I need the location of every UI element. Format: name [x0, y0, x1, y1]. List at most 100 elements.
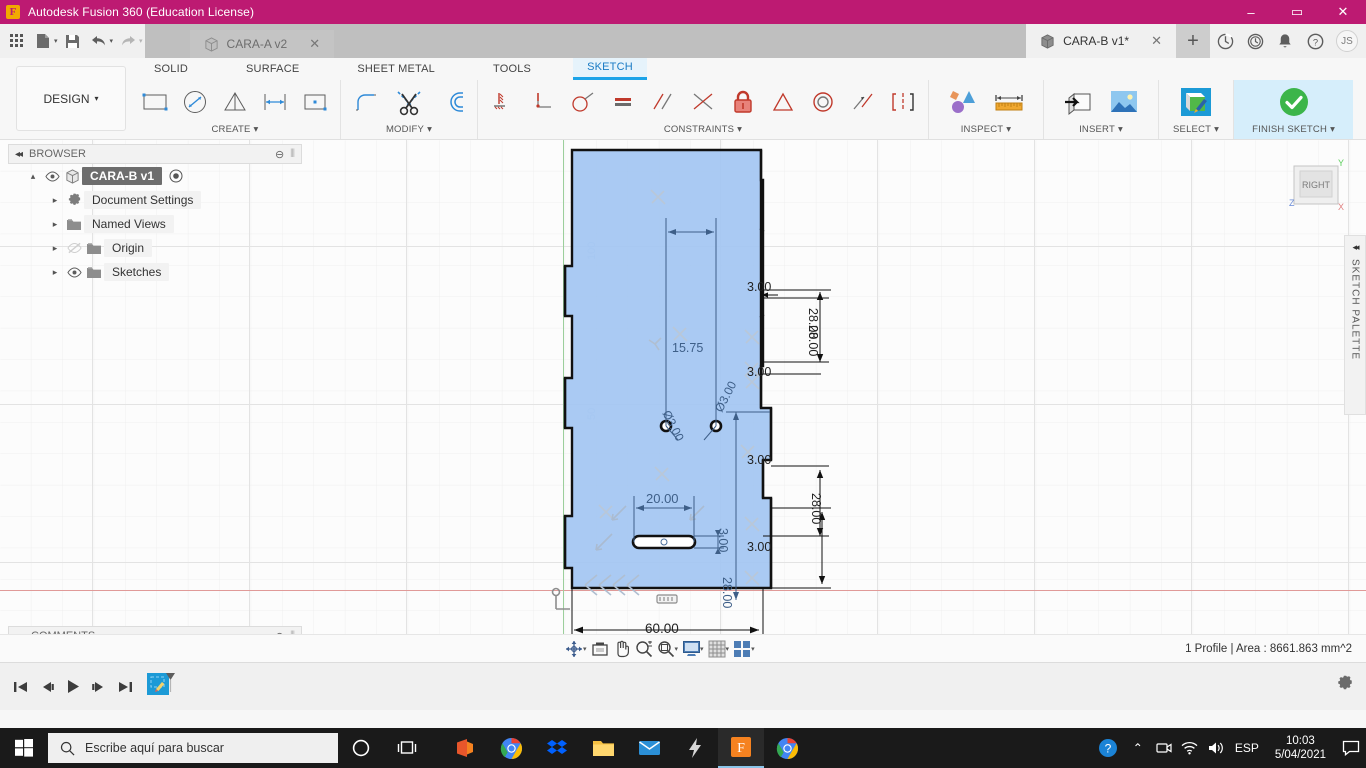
- fit-caret[interactable]: ▾: [675, 645, 679, 653]
- polygon-icon[interactable]: [216, 82, 254, 122]
- skip-to-start-icon[interactable]: [8, 672, 34, 702]
- document-tab-0[interactable]: CARA-A v2 ✕: [189, 30, 335, 58]
- dim-notch-4[interactable]: 3.00: [747, 540, 771, 554]
- expand-arrow[interactable]: ▸: [46, 219, 64, 230]
- fusion360-icon[interactable]: F: [718, 728, 764, 768]
- fix-lock-icon[interactable]: [724, 82, 762, 122]
- windows-start-icon[interactable]: [0, 728, 48, 768]
- step-forward-icon[interactable]: [86, 672, 112, 702]
- undo-icon[interactable]: [86, 26, 112, 56]
- sketch-feature-icon[interactable]: [144, 672, 178, 702]
- ribbon-tab-solid[interactable]: SOLID: [140, 60, 202, 79]
- symmetry-icon[interactable]: [764, 82, 802, 122]
- perpendicular-icon[interactable]: [524, 82, 562, 122]
- ribbon-panel-constraints-label[interactable]: CONSTRAINTS ▾: [664, 124, 742, 135]
- close-button[interactable]: ✕: [1320, 0, 1366, 24]
- collinear-icon[interactable]: [844, 82, 882, 122]
- mail-icon[interactable]: [626, 728, 672, 768]
- search-input[interactable]: Escribe aquí para buscar: [48, 733, 338, 763]
- wifi-icon[interactable]: [1177, 728, 1203, 768]
- tangent-icon[interactable]: [564, 82, 602, 122]
- curvature-icon[interactable]: [884, 82, 922, 122]
- measure-icon[interactable]: [987, 82, 1031, 122]
- expand-arrow[interactable]: ▴: [24, 171, 42, 182]
- ribbon-panel-finish-sketch-label[interactable]: FINISH SKETCH ▾: [1252, 124, 1335, 135]
- pan-hand-icon[interactable]: [611, 638, 633, 660]
- camera-icon[interactable]: [1151, 728, 1177, 768]
- expand-arrow[interactable]: ▸: [46, 243, 64, 254]
- eye-visible-icon[interactable]: [42, 171, 62, 182]
- concentric-icon[interactable]: [804, 82, 842, 122]
- document-tab-1-close[interactable]: ✕: [1151, 33, 1162, 49]
- workspace-switcher-button[interactable]: DESIGN ▾: [16, 66, 126, 131]
- dropbox-icon[interactable]: [534, 728, 580, 768]
- dimension-icon[interactable]: [256, 82, 294, 122]
- office-icon[interactable]: [442, 728, 488, 768]
- clock[interactable]: 10:03 5/04/2021: [1265, 734, 1336, 762]
- finish-sketch-check-icon[interactable]: [1272, 82, 1316, 122]
- chrome-2-icon[interactable]: [764, 728, 810, 768]
- viewports-icon[interactable]: [731, 638, 753, 660]
- insert-image-icon[interactable]: [1102, 82, 1146, 122]
- undo-caret[interactable]: ▾: [110, 37, 114, 45]
- skip-to-end-icon[interactable]: [112, 672, 138, 702]
- orbit-caret[interactable]: ▾: [583, 645, 587, 653]
- chevron-up-icon[interactable]: ⌃: [1125, 728, 1151, 768]
- zoom-icon[interactable]: [633, 638, 655, 660]
- task-view-icon[interactable]: [384, 728, 430, 768]
- minus-circle-icon[interactable]: ⊖: [275, 148, 284, 161]
- avatar[interactable]: JS: [1336, 30, 1358, 52]
- point-rect-icon[interactable]: [296, 82, 334, 122]
- display-settings-caret[interactable]: ▾: [700, 645, 704, 653]
- browser-item-origin[interactable]: ▸ Origin: [8, 236, 302, 260]
- save-icon[interactable]: [60, 26, 86, 56]
- new-tab-button[interactable]: +: [1176, 24, 1210, 58]
- file-explorer-icon[interactable]: [580, 728, 626, 768]
- ribbon-panel-insert-label[interactable]: INSERT ▾: [1079, 124, 1123, 135]
- collapse-left-icon[interactable]: ◂◂: [15, 149, 23, 160]
- fillet-icon[interactable]: [347, 82, 385, 122]
- volume-icon[interactable]: [1203, 728, 1229, 768]
- ribbon-panel-modify-label[interactable]: MODIFY ▾: [386, 124, 432, 135]
- ellipse-icon[interactable]: [176, 82, 214, 122]
- dim-hole-spacing[interactable]: 15.75: [672, 341, 703, 355]
- new-document-caret[interactable]: ▾: [54, 37, 58, 45]
- play-icon[interactable]: [60, 672, 86, 702]
- ribbon-panel-finish-sketch[interactable]: FINISH SKETCH ▾: [1233, 80, 1354, 139]
- dim-notch-top[interactable]: 3.00: [747, 280, 771, 294]
- midpoint-icon[interactable]: [684, 82, 722, 122]
- chrome-icon[interactable]: [488, 728, 534, 768]
- orbit-icon[interactable]: [563, 638, 585, 660]
- offset-icon[interactable]: [433, 82, 471, 122]
- horizontal-vertical-icon[interactable]: [484, 82, 522, 122]
- browser-item-cara-b[interactable]: ▴ CARA-B v1: [8, 164, 302, 188]
- redo-caret[interactable]: ▾: [139, 37, 143, 45]
- collapse-right-icon[interactable]: ◂◂: [1352, 242, 1359, 253]
- display-settings-icon[interactable]: [680, 638, 702, 660]
- pan-look-at-icon[interactable]: [589, 638, 611, 660]
- ribbon-tab-sheet-metal[interactable]: SHEET METAL: [343, 60, 449, 79]
- app-grid-icon[interactable]: [4, 26, 30, 56]
- redo-icon[interactable]: [115, 26, 141, 56]
- new-document-icon[interactable]: [30, 26, 56, 56]
- eye-hidden-icon[interactable]: [64, 242, 84, 254]
- browser-item-named-views[interactable]: ▸ Named Views: [8, 212, 302, 236]
- view-cube[interactable]: RIGHT Y Z X: [1288, 158, 1346, 216]
- dim-slot-width[interactable]: 3.00: [716, 528, 730, 552]
- activate-radio-icon[interactable]: [166, 169, 186, 183]
- dim-slot-length[interactable]: 20.00: [646, 491, 679, 506]
- ribbon-panel-select-label[interactable]: SELECT ▾: [1173, 124, 1219, 135]
- timeline-settings-icon[interactable]: [1336, 675, 1354, 698]
- ribbon-panel-inspect-label[interactable]: INSPECT ▾: [961, 124, 1012, 135]
- insert-derive-icon[interactable]: [1056, 82, 1100, 122]
- inspect-icon[interactable]: [941, 82, 985, 122]
- cortana-circle-icon[interactable]: [338, 728, 384, 768]
- document-tab-0-close[interactable]: ✕: [309, 36, 320, 52]
- ribbon-panel-create-label[interactable]: CREATE ▾: [212, 124, 259, 135]
- recent-icon[interactable]: [1240, 26, 1270, 56]
- ribbon-tab-surface[interactable]: SURFACE: [232, 60, 313, 79]
- browser-item-sketches[interactable]: ▸ Sketches: [8, 260, 302, 284]
- select-icon[interactable]: [1174, 82, 1218, 122]
- dim-right-seg-2[interactable]: 28.00: [806, 308, 820, 339]
- notification-icon[interactable]: [1336, 728, 1366, 768]
